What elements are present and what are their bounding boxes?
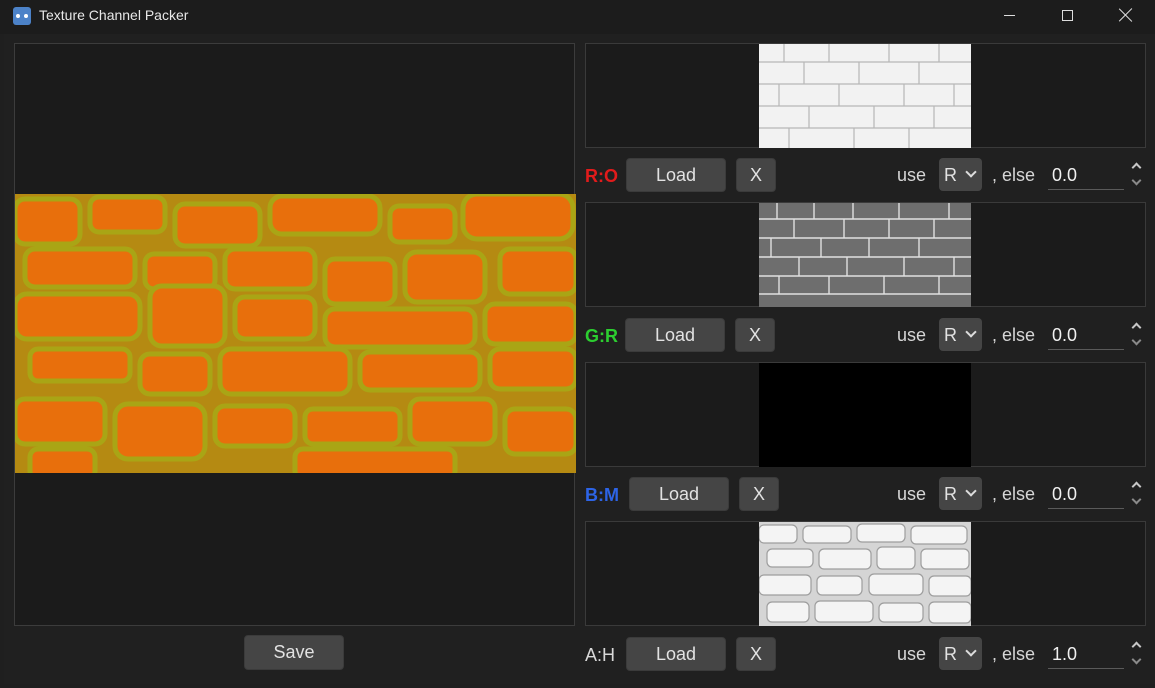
selected-channel-bm: R	[944, 484, 957, 504]
source-channel-select-gr[interactable]: R	[939, 318, 982, 351]
minimize-button[interactable]	[980, 0, 1038, 30]
source-channel-select-ro[interactable]: R	[939, 158, 982, 191]
up-arrow-icon	[1131, 641, 1142, 652]
clear-button-bm[interactable]: X	[739, 477, 779, 511]
close-button[interactable]	[1097, 0, 1155, 30]
clear-button-ah[interactable]: X	[736, 637, 776, 671]
load-button-gr[interactable]: Load	[625, 318, 725, 352]
channel-label-gr: G:R	[585, 326, 618, 346]
packed-texture-image	[15, 194, 576, 473]
else-label-bm: , else	[992, 484, 1036, 504]
down-arrow-icon	[1131, 175, 1142, 186]
selected-channel-ro: R	[944, 165, 957, 185]
down-arrow-icon	[1131, 654, 1142, 665]
selected-channel-gr: R	[944, 325, 957, 345]
fallback-value-ro: 0.0	[1052, 165, 1078, 185]
clear-button-gr[interactable]: X	[735, 318, 775, 352]
chevron-down-icon	[965, 166, 977, 178]
load-button-bm[interactable]: Load	[629, 477, 729, 511]
packed-texture-preview	[14, 43, 576, 626]
channel-row-ah: A:H Load X use R , else 1.0	[585, 637, 1151, 673]
godot-app-icon	[13, 7, 31, 25]
fallback-value-bm: 0.0	[1052, 484, 1078, 504]
fallback-value-gr: 0.0	[1052, 325, 1078, 345]
source-channel-select-ah[interactable]: R	[939, 637, 982, 670]
fallback-value-input-bm[interactable]: 0.0	[1048, 479, 1124, 509]
chevron-down-icon	[965, 645, 977, 657]
fallback-spinner-ro[interactable]	[1129, 160, 1144, 190]
close-icon	[1119, 8, 1133, 22]
else-label-ah: , else	[992, 644, 1036, 664]
down-arrow-icon	[1131, 335, 1142, 346]
source-channel-select-bm[interactable]: R	[939, 477, 982, 510]
channel-row-bm: B:M Load X use R , else 0.0	[585, 477, 1151, 513]
packed-stone-texture	[15, 194, 576, 473]
minimize-icon	[1003, 14, 1015, 16]
chevron-down-icon	[965, 326, 977, 338]
up-arrow-icon	[1131, 322, 1142, 333]
selected-channel-ah: R	[944, 644, 957, 664]
fallback-value-ah: 1.0	[1052, 644, 1078, 664]
fallback-value-input-ro[interactable]: 0.0	[1048, 160, 1124, 190]
fallback-spinner-ah[interactable]	[1129, 639, 1144, 669]
else-label-ro: , else	[992, 165, 1036, 185]
fallback-spinner-bm[interactable]	[1129, 479, 1144, 509]
channel-label-ro: R:O	[585, 166, 618, 186]
title-bar: Texture Channel Packer	[0, 0, 1155, 34]
channel-label-ah: A:H	[585, 645, 616, 665]
fallback-value-input-ah[interactable]: 1.0	[1048, 639, 1124, 669]
load-button-ro[interactable]: Load	[626, 158, 726, 192]
fallback-spinner-gr[interactable]	[1129, 320, 1144, 350]
channel-row-gr: G:R Load X use R , else 0.0	[585, 318, 1151, 354]
ao-texture-thumbnail	[759, 44, 971, 148]
application-content: Save R:O Load X use R , else 0.0 G:R Loa…	[4, 34, 1155, 684]
alpha-channel-preview	[585, 521, 1146, 626]
use-label-ro: use	[897, 165, 927, 185]
clear-button-ro[interactable]: X	[736, 158, 776, 192]
up-arrow-icon	[1131, 162, 1142, 173]
metallic-texture-thumbnail	[759, 363, 971, 467]
fallback-value-input-gr[interactable]: 0.0	[1048, 320, 1124, 350]
use-label-bm: use	[897, 484, 927, 504]
chevron-down-icon	[965, 485, 977, 497]
load-button-ah[interactable]: Load	[626, 637, 726, 671]
down-arrow-icon	[1131, 494, 1142, 505]
blue-channel-preview	[585, 362, 1146, 467]
else-label-gr: , else	[992, 325, 1036, 345]
use-label-ah: use	[897, 644, 927, 664]
roughness-texture-thumbnail	[759, 203, 971, 307]
channel-label-bm: B:M	[585, 485, 619, 505]
maximize-icon	[1061, 9, 1073, 21]
up-arrow-icon	[1131, 481, 1142, 492]
maximize-button[interactable]	[1038, 0, 1096, 30]
red-channel-preview	[585, 43, 1146, 148]
height-texture-thumbnail	[759, 522, 971, 626]
green-channel-preview	[585, 202, 1146, 307]
use-label-gr: use	[897, 325, 927, 345]
window-title: Texture Channel Packer	[39, 7, 189, 23]
save-button[interactable]: Save	[244, 635, 344, 670]
channel-row-ro: R:O Load X use R , else 0.0	[585, 158, 1151, 194]
